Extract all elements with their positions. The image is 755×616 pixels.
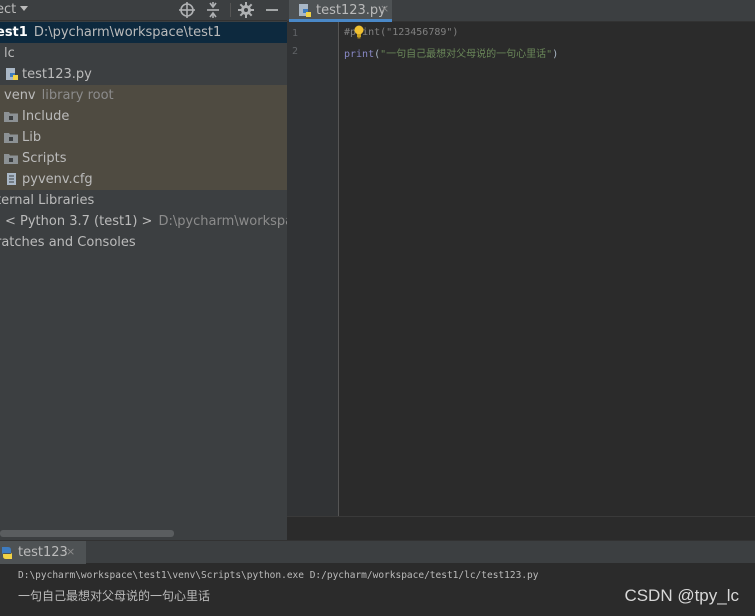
string-token: "一句自己最想对父母说的一句心里话": [380, 49, 553, 60]
tree-item-label: < Python 3.7 (test1) >: [5, 214, 153, 229]
tree-item-label: Lib: [22, 130, 42, 145]
python-file-icon: [298, 4, 312, 18]
line-number: 1: [292, 28, 299, 39]
tree-item-label: ratches and Consoles: [0, 235, 136, 250]
project-view-label: ect: [0, 2, 17, 17]
tree-item-label: Scripts: [22, 151, 67, 166]
close-icon[interactable]: ×: [66, 545, 75, 558]
tree-item-label: test123.py: [22, 67, 92, 82]
python-run-icon: [0, 546, 14, 560]
toolbar-divider: [230, 3, 231, 17]
tree-item-scratches-consoles[interactable]: ratches and Consoles: [0, 232, 287, 253]
project-view-dropdown[interactable]: ect: [0, 2, 29, 17]
line-number-gutter: 1 2: [287, 22, 339, 516]
minimize-icon[interactable]: [263, 1, 281, 19]
tree-item-scripts[interactable]: Scripts: [0, 148, 287, 169]
tree-item-label: ternal Libraries: [0, 193, 95, 208]
tab-label: test123: [18, 545, 68, 560]
config-file-icon: [5, 173, 19, 186]
folder-icon: [4, 131, 18, 144]
tree-item-path: D:\pycharm\workspace\te: [158, 214, 287, 229]
close-icon[interactable]: ×: [380, 2, 389, 15]
tree-item-pyvenv-cfg[interactable]: pyvenv.cfg: [0, 169, 287, 190]
tree-item-label: lc: [4, 46, 15, 61]
run-console-output[interactable]: D:\pycharm\workspace\test1\venv\Scripts\…: [0, 564, 755, 616]
locate-target-icon[interactable]: [178, 1, 196, 19]
editor-breadcrumb-bar: [287, 516, 755, 540]
tab-label: test123.py: [316, 3, 386, 18]
python-file-icon: [5, 68, 19, 81]
line-number: 2: [292, 46, 299, 57]
project-panel: ect est1 D:\pycharm\workspace\test1 lc te…: [0, 0, 287, 540]
code-line-2: print("一句自己最想对父母说的一句心里话"): [344, 45, 558, 60]
tab-run-test123[interactable]: test123 ×: [0, 541, 86, 565]
collapse-all-icon[interactable]: [204, 1, 222, 19]
tree-item-python-sdk[interactable]: < Python 3.7 (test1) > D:\pycharm\workspa…: [0, 211, 287, 232]
watermark: CSDN @tpy_lc: [624, 586, 739, 605]
lightbulb-icon[interactable]: [353, 25, 365, 39]
tree-item-label: est1: [0, 25, 28, 40]
tree-item-label: Include: [22, 109, 70, 124]
code-editor[interactable]: #print("123456789") print("一句自己最想对父母说的一句…: [340, 22, 755, 516]
tree-item-label: pyvenv.cfg: [22, 172, 93, 187]
folder-icon: [4, 110, 18, 123]
tree-item-test123-py[interactable]: test123.py: [0, 64, 287, 85]
tree-item-project-root[interactable]: est1 D:\pycharm\workspace\test1: [0, 22, 287, 43]
tree-item-lib[interactable]: Lib: [0, 127, 287, 148]
library-root-hint: library root: [41, 88, 114, 103]
tree-item-lc[interactable]: lc: [0, 43, 287, 64]
gear-icon[interactable]: [237, 1, 255, 19]
horizontal-scrollbar[interactable]: [0, 530, 174, 537]
tree-item-external-libraries[interactable]: ternal Libraries: [0, 190, 287, 211]
paren-token: ): [552, 49, 559, 60]
editor-tab-bar: test123.py ×: [287, 0, 755, 22]
string-token: "123456789": [386, 27, 453, 38]
run-command-line: D:\pycharm\workspace\test1\venv\Scripts\…: [18, 570, 539, 581]
run-tool-window-header: test123 ×: [0, 540, 755, 565]
paren-token: ): [452, 27, 459, 38]
project-toolbar: ect: [0, 0, 287, 21]
tree-item-venv[interactable]: venv library root: [0, 85, 287, 106]
tab-test123-py[interactable]: test123.py ×: [289, 0, 392, 22]
folder-icon: [4, 152, 18, 165]
program-output-line: 一句自己最想对父母说的一句心里话: [18, 589, 211, 603]
tree-item-label: venv: [4, 88, 36, 103]
tree-item-path: D:\pycharm\workspace\test1: [33, 25, 222, 40]
tree-item-include[interactable]: Include: [0, 106, 287, 127]
keyword-token: print: [344, 49, 375, 60]
chevron-down-icon: [20, 6, 29, 11]
